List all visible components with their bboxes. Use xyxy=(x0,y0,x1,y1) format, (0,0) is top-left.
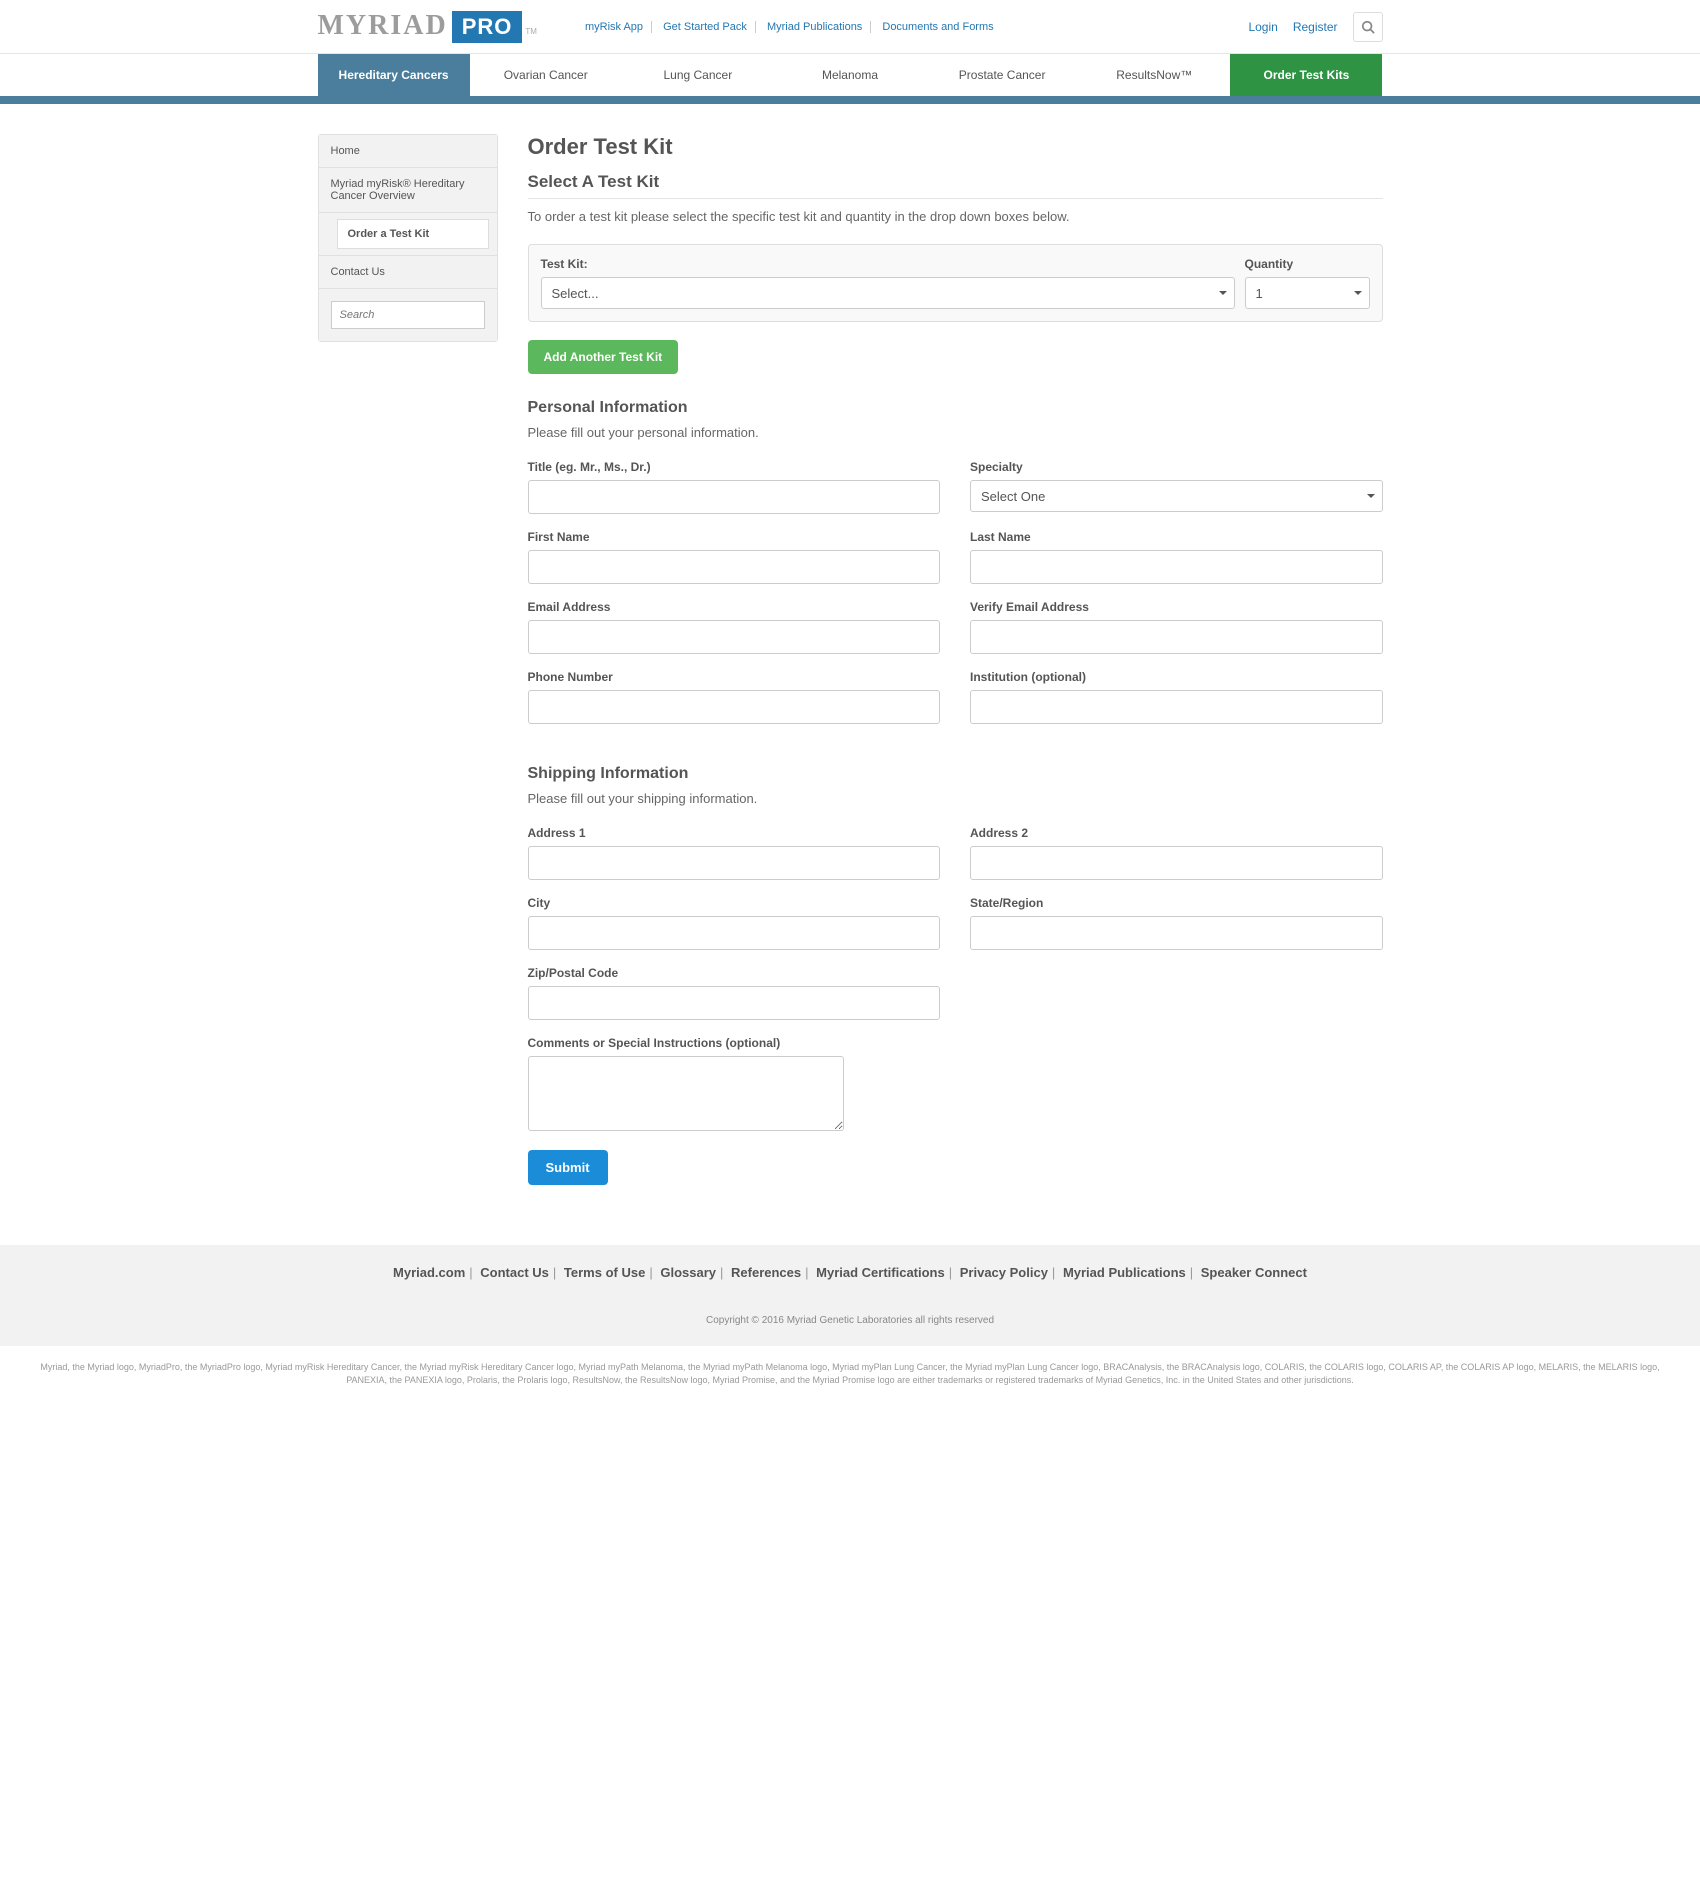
input-comments[interactable] xyxy=(528,1056,844,1131)
footer-links: Myriad.com| Contact Us| Terms of Use| Gl… xyxy=(0,1265,1700,1280)
input-institution[interactable] xyxy=(970,690,1383,724)
kit-label: Test Kit: xyxy=(541,257,1235,271)
sidebar-search[interactable] xyxy=(331,301,485,329)
footer-speaker[interactable]: Speaker Connect xyxy=(1201,1265,1307,1280)
toplink-documents[interactable]: Documents and Forms xyxy=(874,21,1001,33)
label-state: State/Region xyxy=(970,896,1383,910)
logo[interactable]: MYRIAD PRO TM xyxy=(318,10,537,43)
logo-pro: PRO xyxy=(452,11,523,43)
nav-resultsnow[interactable]: ResultsNow™ xyxy=(1078,54,1230,96)
input-title[interactable] xyxy=(528,480,941,514)
kit-select[interactable]: Select... xyxy=(541,277,1235,309)
nav-hereditary[interactable]: Hereditary Cancers xyxy=(318,54,470,96)
sidebar-search-input[interactable] xyxy=(340,309,483,321)
footer-contact[interactable]: Contact Us xyxy=(480,1265,549,1280)
desc-shipping: Please fill out your shipping informatio… xyxy=(528,791,1383,806)
label-email: Email Address xyxy=(528,600,941,614)
page-title: Order Test Kit xyxy=(528,134,1383,160)
toplink-getstarted[interactable]: Get Started Pack xyxy=(655,21,756,33)
label-addr2: Address 2 xyxy=(970,826,1383,840)
register-link[interactable]: Register xyxy=(1293,20,1338,34)
sidebar-overview[interactable]: Myriad myRisk® Hereditary Cancer Overvie… xyxy=(319,168,497,213)
input-addr2[interactable] xyxy=(970,846,1383,880)
input-phone[interactable] xyxy=(528,690,941,724)
input-city[interactable] xyxy=(528,916,941,950)
input-lastname[interactable] xyxy=(970,550,1383,584)
footer-publications[interactable]: Myriad Publications xyxy=(1063,1265,1186,1280)
label-lastname: Last Name xyxy=(970,530,1383,544)
qty-select[interactable]: 1 xyxy=(1245,277,1370,309)
footer-privacy[interactable]: Privacy Policy xyxy=(960,1265,1048,1280)
label-firstname: First Name xyxy=(528,530,941,544)
main-nav: Hereditary Cancers Ovarian Cancer Lung C… xyxy=(318,54,1383,96)
footer-certifications[interactable]: Myriad Certifications xyxy=(816,1265,945,1280)
search-button[interactable] xyxy=(1353,12,1383,42)
footer-glossary[interactable]: Glossary xyxy=(660,1265,716,1280)
input-verify-email[interactable] xyxy=(970,620,1383,654)
input-state[interactable] xyxy=(970,916,1383,950)
input-addr1[interactable] xyxy=(528,846,941,880)
toplink-myrisk[interactable]: myRisk App xyxy=(577,21,652,33)
sidebar-contact[interactable]: Contact Us xyxy=(319,256,497,289)
footer-terms[interactable]: Terms of Use xyxy=(564,1265,645,1280)
label-verify-email: Verify Email Address xyxy=(970,600,1383,614)
sidebar-order-kit[interactable]: Order a Test Kit xyxy=(337,219,489,249)
label-zip: Zip/Postal Code xyxy=(528,966,941,980)
label-city: City xyxy=(528,896,941,910)
label-specialty: Specialty xyxy=(970,460,1383,474)
input-email[interactable] xyxy=(528,620,941,654)
logo-text: MYRIAD xyxy=(318,10,448,42)
copyright: Copyright © 2016 Myriad Genetic Laborato… xyxy=(0,1315,1700,1326)
footer-references[interactable]: References xyxy=(731,1265,801,1280)
select-specialty[interactable]: Select One xyxy=(970,480,1383,512)
submit-button[interactable]: Submit xyxy=(528,1150,608,1185)
label-comments: Comments or Special Instructions (option… xyxy=(528,1036,1383,1050)
qty-label: Quantity xyxy=(1245,257,1370,271)
kit-selector: Test Kit: Quantity Select... 1 xyxy=(528,244,1383,322)
sidebar-home[interactable]: Home xyxy=(319,135,497,168)
footer-myriad[interactable]: Myriad.com xyxy=(393,1265,465,1280)
label-addr1: Address 1 xyxy=(528,826,941,840)
nav-melanoma[interactable]: Melanoma xyxy=(774,54,926,96)
desc-select-kit: To order a test kit please select the sp… xyxy=(528,209,1383,224)
label-phone: Phone Number xyxy=(528,670,941,684)
search-icon xyxy=(1361,20,1375,34)
label-institution: Institution (optional) xyxy=(970,670,1383,684)
desc-personal: Please fill out your personal informatio… xyxy=(528,425,1383,440)
section-select-kit: Select A Test Kit xyxy=(528,172,1383,192)
sidebar: Home Myriad myRisk® Hereditary Cancer Ov… xyxy=(318,134,498,342)
nav-prostate[interactable]: Prostate Cancer xyxy=(926,54,1078,96)
input-zip[interactable] xyxy=(528,986,941,1020)
footer: Myriad.com| Contact Us| Terms of Use| Gl… xyxy=(0,1245,1700,1346)
nav-order-kits[interactable]: Order Test Kits xyxy=(1230,54,1382,96)
logo-tm: TM xyxy=(525,27,537,36)
label-title: Title (eg. Mr., Ms., Dr.) xyxy=(528,460,941,474)
input-firstname[interactable] xyxy=(528,550,941,584)
legal-text: Myriad, the Myriad logo, MyriadPro, the … xyxy=(0,1346,1700,1401)
nav-ovarian[interactable]: Ovarian Cancer xyxy=(470,54,622,96)
nav-lung[interactable]: Lung Cancer xyxy=(622,54,774,96)
top-links: myRisk App Get Started Pack Myriad Publi… xyxy=(577,21,1002,33)
section-personal: Personal Information xyxy=(528,399,1383,417)
add-kit-button[interactable]: Add Another Test Kit xyxy=(528,340,679,374)
toplink-publications[interactable]: Myriad Publications xyxy=(759,21,871,33)
section-shipping: Shipping Information xyxy=(528,765,1383,783)
login-link[interactable]: Login xyxy=(1248,20,1277,34)
